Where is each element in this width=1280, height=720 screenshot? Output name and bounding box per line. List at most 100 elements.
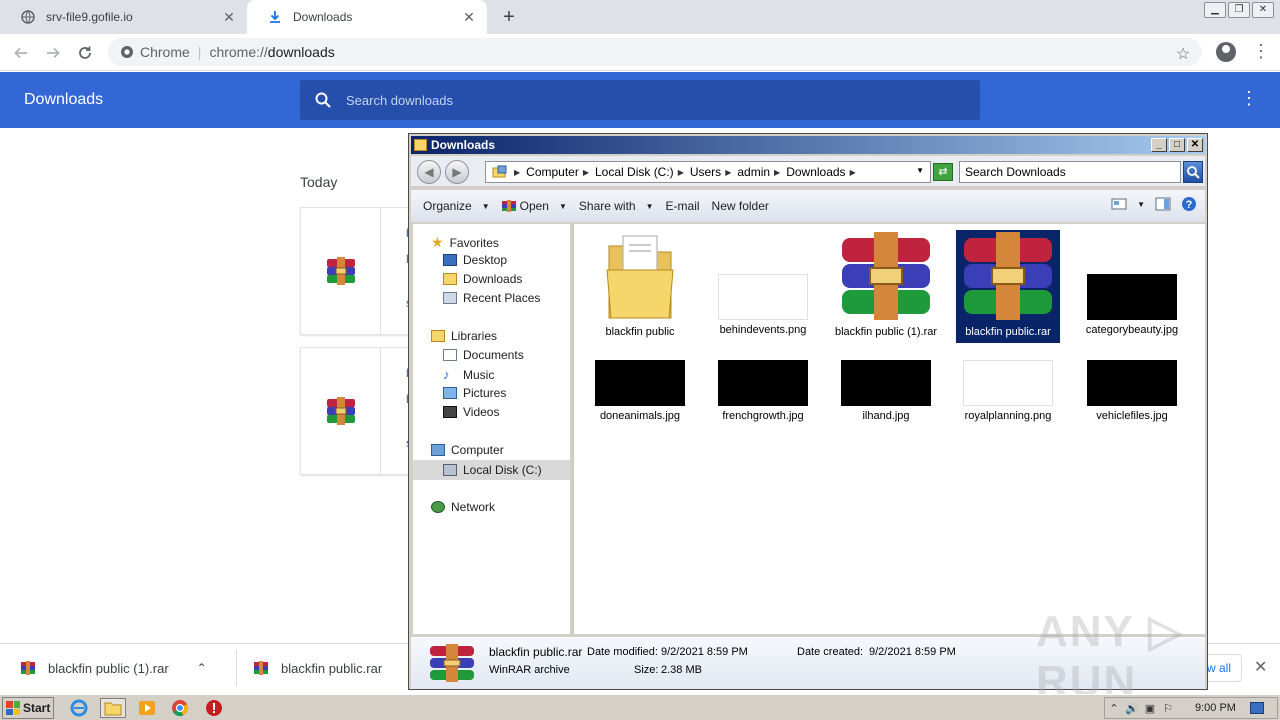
nav-computer[interactable]: Computer	[431, 443, 504, 457]
show-desktop-icon[interactable]	[1249, 702, 1264, 714]
preview-pane-icon[interactable]	[1155, 197, 1171, 211]
file-item[interactable]: ilhand.jpg	[834, 360, 938, 423]
breadcrumb-arrow-icon[interactable]: ▶	[850, 168, 856, 177]
back-button[interactable]	[8, 40, 34, 66]
internet-explorer-icon[interactable]	[66, 698, 92, 718]
more-actions-icon[interactable]: ⋮	[1240, 88, 1258, 109]
bookmark-star-icon[interactable]: ☆	[1176, 44, 1190, 64]
nav-desktop[interactable]: Desktop	[443, 253, 507, 267]
tray-expand-icon[interactable]: ⌃	[1105, 702, 1123, 715]
nav-favorites[interactable]: ★ Favorites	[431, 234, 499, 251]
forward-button[interactable]	[40, 40, 66, 66]
nav-libraries[interactable]: Libraries	[431, 329, 497, 343]
close-tab-icon[interactable]: ✕	[457, 9, 481, 26]
new-folder-button[interactable]: New folder	[712, 199, 769, 213]
file-item[interactable]: frenchgrowth.jpg	[711, 360, 815, 423]
stop-sign-icon[interactable]	[201, 698, 227, 718]
chrome-taskbar-icon[interactable]	[167, 698, 193, 718]
tab-gofile[interactable]: srv-file9.gofile.io ✕	[0, 0, 247, 34]
restore-button[interactable]: ❐	[1228, 2, 1250, 18]
file-item[interactable]: doneanimals.jpg	[588, 360, 692, 423]
download-card: b h s	[300, 207, 420, 335]
chevron-down-icon: ▼	[645, 201, 654, 211]
explorer-search-input[interactable]: Search Downloads	[959, 161, 1181, 183]
chevron-up-icon[interactable]: ⌃	[197, 661, 207, 675]
rar-file-icon	[301, 348, 381, 474]
file-item[interactable]: royalplanning.png	[956, 360, 1060, 423]
organize-button[interactable]: Organize ▼	[423, 199, 490, 213]
nav-pictures[interactable]: Pictures	[443, 386, 506, 400]
minimize-button[interactable]: ▁	[1204, 2, 1226, 18]
refresh-icon[interactable]: ⇄	[933, 163, 953, 181]
change-view-icon[interactable]	[1111, 198, 1127, 210]
shelf-item[interactable]: blackfin public.rar	[253, 644, 382, 692]
breadcrumb-downloads[interactable]: Downloads	[786, 165, 845, 179]
open-button[interactable]: Open ▼	[501, 199, 567, 213]
flag-icon[interactable]: ⚐	[1159, 702, 1177, 715]
breadcrumb-admin[interactable]: admin	[737, 165, 770, 179]
close-window-button[interactable]: ✕	[1252, 2, 1274, 18]
file-item[interactable]: blackfin public (1).rar	[834, 230, 938, 339]
start-button[interactable]: Start	[2, 697, 54, 719]
explorer-taskbar-icon[interactable]	[100, 698, 126, 718]
image-thumbnail	[1087, 274, 1177, 320]
file-item[interactable]: blackfin public	[588, 230, 692, 339]
file-name: categorybeauty.jpg	[1085, 324, 1179, 336]
tab-downloads[interactable]: Downloads ✕	[247, 0, 487, 34]
reload-button[interactable]	[72, 40, 98, 66]
close-tab-icon[interactable]: ✕	[217, 9, 241, 26]
nav-music[interactable]: ♪ Music	[443, 367, 494, 382]
new-tab-button[interactable]: +	[496, 5, 522, 29]
back-arrow-icon	[14, 47, 27, 59]
email-button[interactable]: E-mail	[666, 199, 700, 213]
explorer-close-button[interactable]: ✕	[1187, 138, 1203, 152]
breadcrumb-computer[interactable]: Computer	[526, 165, 579, 179]
explorer-titlebar[interactable]: Downloads _ □ ✕	[411, 136, 1205, 154]
address-bar[interactable]: Chrome | chrome://downloads	[108, 38, 1202, 66]
file-item[interactable]: categorybeauty.jpg	[1080, 230, 1184, 337]
explorer-back-button[interactable]: ◀	[417, 160, 441, 184]
details-modified-label: Date modified:	[587, 646, 658, 658]
nav-recent-places[interactable]: Recent Places	[443, 291, 540, 305]
nav-downloads[interactable]: Downloads	[443, 272, 522, 286]
search-icon[interactable]	[1183, 161, 1203, 183]
share-with-button[interactable]: Share with ▼	[579, 199, 654, 213]
chrome-menu-icon[interactable]: ⋮	[1252, 41, 1270, 62]
help-icon[interactable]: ?	[1181, 196, 1197, 212]
breadcrumb-arrow-icon[interactable]: ▶	[774, 168, 780, 177]
chevron-down-icon[interactable]: ▼	[1137, 200, 1145, 209]
breadcrumb-local-disk[interactable]: Local Disk (C:)	[595, 165, 674, 179]
breadcrumb-arrow-icon[interactable]: ▶	[725, 168, 731, 177]
tab-title: Downloads	[293, 10, 353, 24]
explorer-forward-button[interactable]: ▶	[445, 160, 469, 184]
svg-text:?: ?	[1186, 199, 1193, 211]
shelf-item[interactable]: blackfin public (1).rar ⌃	[20, 644, 207, 692]
explorer-maximize-button[interactable]: □	[1169, 138, 1185, 152]
file-item[interactable]: behindevents.png	[711, 230, 815, 337]
explorer-window-controls: _ □ ✕	[1151, 138, 1203, 152]
explorer-minimize-button[interactable]: _	[1151, 138, 1167, 152]
search-downloads-input[interactable]: Search downloads	[300, 80, 980, 120]
tab-strip: srv-file9.gofile.io ✕ Downloads ✕ + ▁ ❐ …	[0, 0, 1280, 34]
clock[interactable]: 9:00 PM	[1195, 702, 1236, 714]
media-player-icon[interactable]	[134, 698, 160, 718]
volume-icon[interactable]: 🔊	[1123, 702, 1141, 715]
file-name: ilhand.jpg	[862, 410, 910, 422]
system-tray: ⌃ 🔊 ▣ ⚐ 9:00 PM	[1104, 697, 1278, 719]
nav-network[interactable]: Network	[431, 500, 495, 514]
breadcrumb-users[interactable]: Users	[690, 165, 721, 179]
nav-documents[interactable]: Documents	[443, 348, 524, 362]
breadcrumb[interactable]: ▶ Computer ▶ Local Disk (C:) ▶ Users ▶ a…	[485, 161, 931, 183]
image-thumbnail	[1087, 360, 1177, 406]
breadcrumb-arrow-icon[interactable]: ▶	[583, 168, 589, 177]
profile-avatar-icon[interactable]	[1216, 42, 1236, 62]
breadcrumb-arrow-icon[interactable]: ▶	[678, 168, 684, 177]
file-item-selected[interactable]: blackfin public.rar	[956, 230, 1060, 343]
details-created-value: 9/2/2021 8:59 PM	[869, 646, 956, 658]
breadcrumb-arrow-icon[interactable]: ▶	[514, 168, 520, 177]
nav-local-disk[interactable]: Local Disk (C:)	[413, 460, 570, 480]
nav-videos[interactable]: Videos	[443, 405, 499, 419]
chevron-down-icon[interactable]: ▼	[916, 166, 924, 175]
file-item[interactable]: vehiclefiles.jpg	[1080, 360, 1184, 423]
network-tray-icon[interactable]: ▣	[1141, 702, 1159, 715]
